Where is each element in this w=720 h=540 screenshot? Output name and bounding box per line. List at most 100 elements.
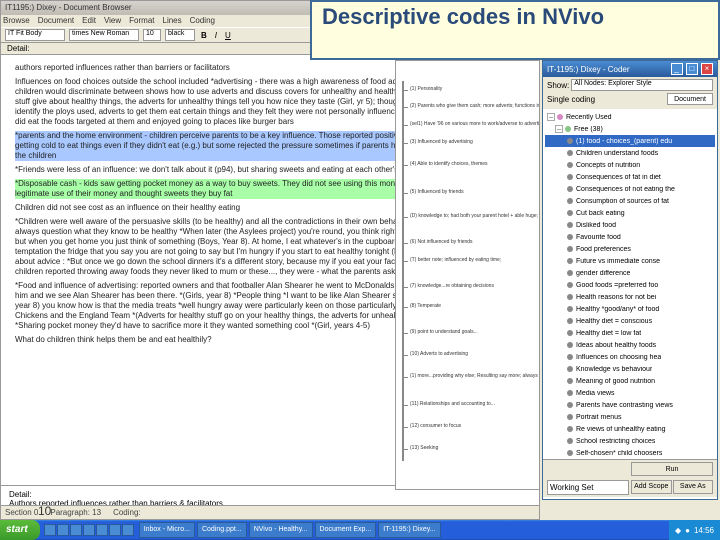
tree-node[interactable]: (T) better note; influenced by eating ti… <box>410 257 501 263</box>
code-node[interactable]: gender difference <box>545 267 715 279</box>
code-node[interactable]: Health reasons for not bei <box>545 291 715 303</box>
node-icon <box>567 414 573 420</box>
ql-icon[interactable] <box>122 524 134 536</box>
quick-launch <box>40 524 138 536</box>
code-node[interactable]: Disliked food <box>545 219 715 231</box>
task-button[interactable]: IT-1195:) Dixey... <box>378 522 440 538</box>
code-node[interactable]: Consequences of fat in diet <box>545 171 715 183</box>
code-node[interactable]: Knowledge vs behaviour <box>545 363 715 375</box>
close-button[interactable]: × <box>701 63 713 75</box>
ql-icon[interactable] <box>109 524 121 536</box>
code-node[interactable]: Food preferences <box>545 243 715 255</box>
code-node[interactable]: Favourite food <box>545 231 715 243</box>
menu-edit[interactable]: Edit <box>82 15 96 27</box>
tree-node[interactable]: (6) Not influenced by friends <box>410 239 473 245</box>
bold-button[interactable]: B <box>199 31 209 40</box>
tray-icon[interactable]: ● <box>685 526 690 535</box>
code-node[interactable]: Healthy diet = low fat <box>545 327 715 339</box>
working-set-dropdown[interactable]: Working Set <box>547 480 629 496</box>
task-button[interactable]: Document Exp... <box>315 522 377 538</box>
status-coding: Coding: <box>113 506 141 519</box>
code-node[interactable]: Healthy diet = conscious <box>545 315 715 327</box>
maximize-button[interactable]: □ <box>686 63 698 75</box>
tree-node[interactable]: (3) Influenced by advertising <box>410 139 473 145</box>
menu-lines[interactable]: Lines <box>163 15 182 27</box>
run-button[interactable]: Run <box>631 462 713 476</box>
tree-node[interactable]: (9) point to understand goals... <box>410 329 478 335</box>
code-node[interactable]: Children understand foods <box>545 147 715 159</box>
code-node[interactable]: Parents have contrasting views <box>545 399 715 411</box>
code-node[interactable]: Consumption of sources of fat <box>545 195 715 207</box>
tree-node[interactable]: (8) Temperate <box>410 303 441 309</box>
node-icon <box>567 198 573 204</box>
coder-title: IT-1195:) Dixey - Coder <box>547 65 630 74</box>
menu-format[interactable]: Format <box>129 15 154 27</box>
tree-node[interactable]: (10) Adverts to advertising <box>410 351 468 357</box>
code-node[interactable]: Future vs immediate conse <box>545 255 715 267</box>
code-node[interactable]: Good foods =preferred foo <box>545 279 715 291</box>
tree-node[interactable]: (5) Influenced by friends <box>410 189 464 195</box>
system-tray[interactable]: ◆ ● 14:56 <box>669 520 720 540</box>
show-label: Show: <box>547 81 569 90</box>
collapse-icon[interactable]: − <box>547 113 555 121</box>
coder-titlebar[interactable]: IT-1195:) Dixey - Coder _ □ × <box>543 61 717 77</box>
task-button[interactable]: Inbox - Micro... <box>139 522 195 538</box>
font-size-select[interactable]: 10 <box>143 29 161 41</box>
tree-node[interactable]: (2) Parents who give them cash; more adv… <box>410 103 540 109</box>
code-node[interactable]: Re views of unhealthy eating <box>545 423 715 435</box>
tree-node[interactable]: (12) consumer to focus <box>410 423 461 429</box>
font-color-select[interactable]: black <box>165 29 195 41</box>
tree-node[interactable]: (7) knowledge...re obtaining decisions <box>410 283 494 289</box>
folder-icon <box>557 114 563 120</box>
node-label: Portrait menus <box>576 414 622 421</box>
document-button[interactable]: Document <box>667 93 713 105</box>
tree-node[interactable]: (sel1) Have '96 on various more to work/… <box>410 121 540 127</box>
task-button[interactable]: NVivo - Healthy... <box>249 522 313 538</box>
tree-free[interactable]: − Free (38) <box>545 123 715 135</box>
start-button[interactable]: start <box>0 520 40 540</box>
code-node[interactable]: Concepts of nutrition <box>545 159 715 171</box>
tree-node[interactable]: (4) Able to identify choices, themes <box>410 161 488 167</box>
ql-icon[interactable] <box>96 524 108 536</box>
menu-view[interactable]: View <box>104 15 121 27</box>
tree-node[interactable]: (1) Personality <box>410 86 442 92</box>
code-node[interactable]: Influences on choosing hea <box>545 351 715 363</box>
add-scope-button[interactable]: Add Scope <box>631 480 672 494</box>
code-node[interactable]: Self-chosen* child choosers <box>545 447 715 459</box>
code-node[interactable]: Portrait menus <box>545 411 715 423</box>
task-button[interactable]: Coding.ppt... <box>197 522 247 538</box>
font-family-select[interactable]: times New Roman <box>69 29 139 41</box>
tree-node[interactable]: (11) Relationships and accounting to... <box>410 401 495 407</box>
tree-node[interactable]: (13) Seeking <box>410 445 438 451</box>
underline-button[interactable]: U <box>223 31 233 40</box>
show-dropdown[interactable]: All Nodes: Explorer Style <box>571 79 713 91</box>
tree-root[interactable]: − Recently Used <box>545 111 715 123</box>
save-as-button[interactable]: Save As <box>673 480 714 494</box>
code-node[interactable]: Ideas about healthy foods <box>545 339 715 351</box>
ql-icon[interactable] <box>57 524 69 536</box>
code-node[interactable]: (1) food - choices_(parent) edu <box>545 135 715 147</box>
node-icon <box>567 366 573 372</box>
menu-coding[interactable]: Coding <box>190 15 215 27</box>
tray-icon[interactable]: ◆ <box>675 526 681 535</box>
ql-icon[interactable] <box>70 524 82 536</box>
ql-icon[interactable] <box>83 524 95 536</box>
code-node[interactable]: Meaning of good nutrition <box>545 375 715 387</box>
minimize-button[interactable]: _ <box>671 63 683 75</box>
ql-icon[interactable] <box>44 524 56 536</box>
italic-button[interactable]: I <box>213 31 219 40</box>
code-node[interactable]: Cut back eating <box>545 207 715 219</box>
tree-node[interactable]: (D) knowledge to; had both your parent h… <box>410 213 540 219</box>
node-label: Food preferences <box>576 246 631 253</box>
coder-tree[interactable]: − Recently Used − Free (38) (1) food - c… <box>543 109 717 459</box>
code-node[interactable]: Healthy *good/any* of food <box>545 303 715 315</box>
menu-browse[interactable]: Browse <box>3 15 30 27</box>
code-node[interactable]: School restricting choices <box>545 435 715 447</box>
font-style-select[interactable]: IT Fit Body <box>5 29 65 41</box>
tree-node[interactable]: (1) more...providing why else; Resulting… <box>410 373 540 379</box>
tree-diagram-panel[interactable]: (1) Personality (2) Parents who give them… <box>395 60 540 490</box>
code-node[interactable]: Media views <box>545 387 715 399</box>
collapse-icon[interactable]: − <box>555 125 563 133</box>
menu-document[interactable]: Document <box>38 15 74 27</box>
code-node[interactable]: Consequences of not eating the <box>545 183 715 195</box>
